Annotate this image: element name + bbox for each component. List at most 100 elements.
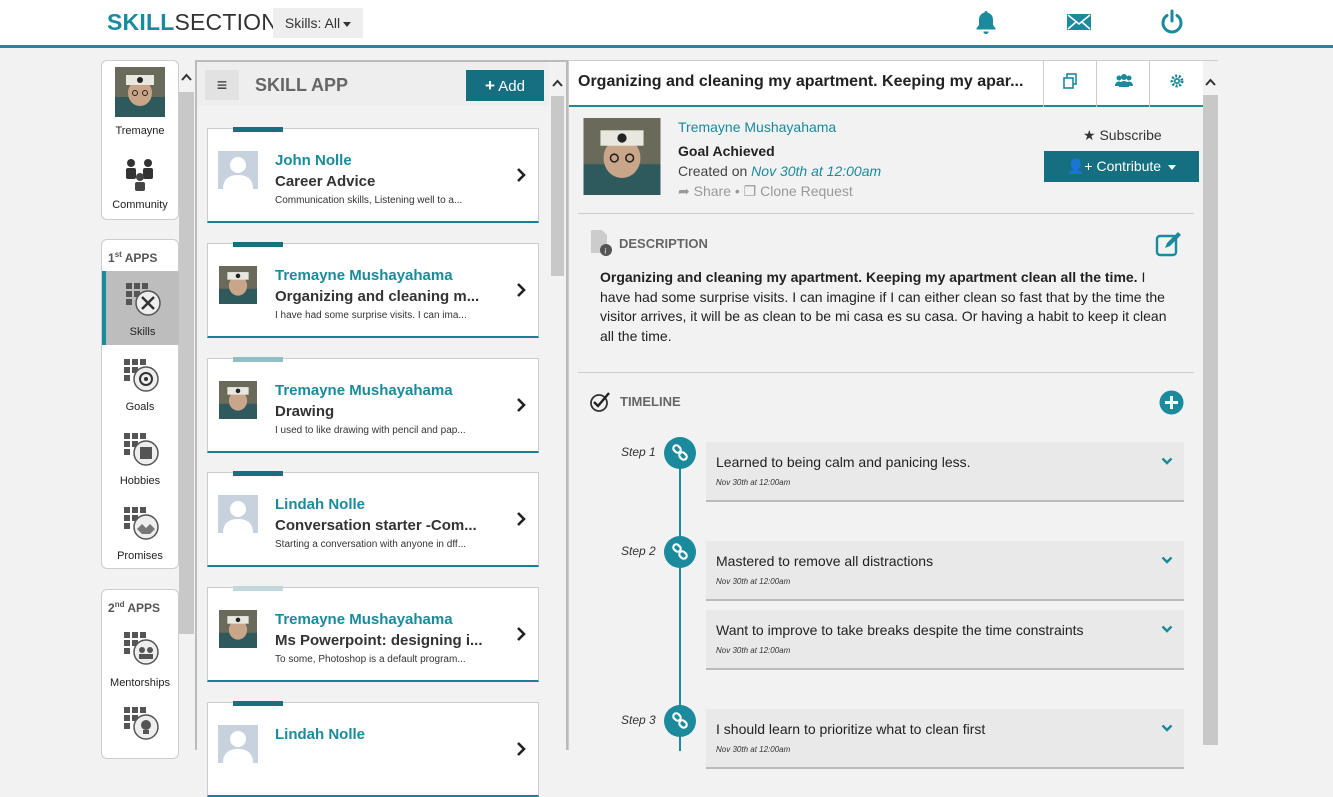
timeline-entry[interactable]: Want to improve to take breaks despite t… (706, 610, 1184, 670)
skill-card[interactable]: Tremayne Mushayahama Organizing and clean… (207, 242, 539, 338)
timeline-entry[interactable]: Learned to being calm and panicing less.… (706, 442, 1184, 502)
card-accent-bar (233, 127, 283, 132)
clone-request-link[interactable]: ❐ Clone Request (744, 183, 853, 199)
detail-title: Organizing and cleaning my apartment. Ke… (578, 73, 1024, 90)
promises-app-icon[interactable] (122, 505, 160, 541)
skill-card[interactable]: Tremayne Mushayahama Drawing I used to lik… (207, 357, 539, 453)
caret-down-icon (343, 21, 352, 27)
bell-icon[interactable] (973, 9, 999, 35)
community-icon[interactable] (122, 157, 158, 191)
timeline-entry-text: I should learn to prioritize what to cle… (716, 721, 986, 737)
goals-app-icon[interactable] (122, 357, 160, 393)
users-icon (1115, 74, 1133, 87)
chevron-right-icon[interactable] (514, 282, 528, 298)
list-scrollbar[interactable] (549, 62, 566, 752)
step-label: Step 2 (621, 544, 656, 558)
list-scroll-thumb[interactable] (551, 96, 564, 276)
top-bar: SKILLSECTION Skills: All (0, 0, 1333, 48)
card-accent-bar (233, 471, 283, 476)
community-label[interactable]: Community (102, 199, 178, 211)
logo-part-section: SECTION (174, 9, 279, 35)
divider (578, 372, 1194, 373)
detail-scroll-thumb[interactable] (1203, 95, 1218, 745)
link-icon (672, 444, 688, 461)
chevron-right-icon[interactable] (514, 626, 528, 642)
team-button[interactable] (1096, 61, 1149, 107)
gear-icon (1170, 74, 1184, 88)
card-author[interactable]: Tremayne Mushayahama (275, 267, 453, 284)
mentorships-app-icon[interactable] (122, 630, 160, 666)
subscribe-button[interactable]: ★ Subscribe (1083, 127, 1162, 144)
step-link-node[interactable] (664, 705, 696, 737)
list-title: SKILL APP (255, 75, 349, 95)
card-title: Ms Powerpoint: designing i... (275, 632, 483, 649)
skill-list-panel: ≡ SKILL APP + Add John Nolle Career Advic… (195, 60, 568, 797)
copy-button[interactable] (1043, 61, 1096, 107)
card-title: Drawing (275, 403, 335, 420)
scroll-up-icon[interactable] (1204, 77, 1217, 87)
scroll-up-icon[interactable] (180, 72, 193, 82)
hobbies-app-icon[interactable] (122, 431, 160, 467)
chevron-right-icon[interactable] (514, 167, 528, 183)
skill-card[interactable]: Tremayne Mushayahama Ms Powerpoint: desig… (207, 586, 539, 682)
card-description: Communication skills, Listening well to … (275, 195, 463, 206)
card-author[interactable]: Lindah Nolle (275, 496, 365, 513)
timeline-entry-date: Nov 30th at 12:00am (716, 478, 791, 487)
sidebar-item-skills[interactable]: Skills (102, 271, 179, 345)
author-name[interactable]: Tremayne Mushayahama (678, 119, 836, 135)
chevron-down-icon[interactable] (1161, 624, 1173, 634)
card-avatar (219, 266, 257, 304)
chevron-right-icon[interactable] (514, 511, 528, 527)
chevron-right-icon[interactable] (514, 741, 528, 757)
card-title: Career Advice (275, 173, 376, 190)
card-author[interactable]: Tremayne Mushayahama (275, 382, 453, 399)
power-icon[interactable] (1159, 9, 1185, 35)
timeline-entry-text: Want to improve to take breaks despite t… (716, 622, 1084, 638)
timeline-entry[interactable]: I should learn to prioritize what to cle… (706, 709, 1184, 769)
add-button[interactable]: + Add (466, 70, 544, 101)
chevron-down-icon[interactable] (1161, 456, 1173, 466)
author-avatar[interactable] (582, 118, 662, 195)
skill-card[interactable]: Lindah Nolle Conversation starter -Com...… (207, 471, 539, 567)
skills-filter-label: Skills: All (284, 15, 341, 31)
skill-card[interactable]: John Nolle Career Advice Communication ski… (207, 127, 539, 223)
step-link-node[interactable] (664, 437, 696, 469)
second-apps-heading: 2nd APPS (108, 600, 161, 615)
share-link[interactable]: ➦ Share (678, 183, 731, 199)
rail-scrollbar[interactable] (179, 60, 194, 750)
app-logo[interactable]: SKILLSECTION (107, 9, 278, 36)
settings-button[interactable] (1149, 61, 1202, 107)
bulb-app-icon[interactable] (122, 705, 160, 741)
chevron-down-icon[interactable] (1161, 555, 1173, 565)
goals-label[interactable]: Goals (102, 401, 178, 413)
profile-avatar[interactable] (115, 67, 165, 117)
scroll-up-icon[interactable] (551, 78, 564, 88)
card-author[interactable]: John Nolle (275, 152, 352, 169)
chevron-down-icon[interactable] (1161, 723, 1173, 733)
timeline-entry[interactable]: Mastered to remove all distractions Nov 3… (706, 541, 1184, 601)
mentorships-label[interactable]: Mentorships (102, 677, 178, 689)
step-link-node[interactable] (664, 536, 696, 568)
edit-icon[interactable] (1155, 231, 1183, 257)
first-apps-heading: 1st APPS (108, 250, 158, 265)
chevron-right-icon[interactable] (514, 397, 528, 413)
promises-label[interactable]: Promises (102, 550, 178, 562)
contribute-button[interactable]: 👤+ Contribute (1044, 151, 1199, 182)
menu-button[interactable]: ≡ (205, 70, 239, 100)
skills-filter-dropdown[interactable]: Skills: All (273, 8, 363, 38)
timeline-heading: TIMELINE (620, 394, 681, 409)
card-description: I have had some surprise visits. I can i… (275, 310, 467, 321)
add-step-icon[interactable] (1159, 390, 1184, 415)
card-author[interactable]: Lindah Nolle (275, 726, 365, 743)
step-label: Step 1 (621, 445, 656, 459)
hobbies-label[interactable]: Hobbies (102, 475, 178, 487)
link-icon (672, 543, 688, 560)
document-info-icon: i (591, 230, 612, 256)
profile-name[interactable]: Tremayne (102, 125, 178, 137)
rail-scroll-thumb[interactable] (179, 92, 194, 634)
card-author[interactable]: Tremayne Mushayahama (275, 611, 453, 628)
detail-scrollbar[interactable] (1203, 61, 1218, 751)
card-avatar-placeholder (218, 151, 258, 189)
envelope-icon[interactable] (1066, 9, 1092, 35)
card-description: I used to like drawing with pencil and p… (275, 425, 466, 436)
